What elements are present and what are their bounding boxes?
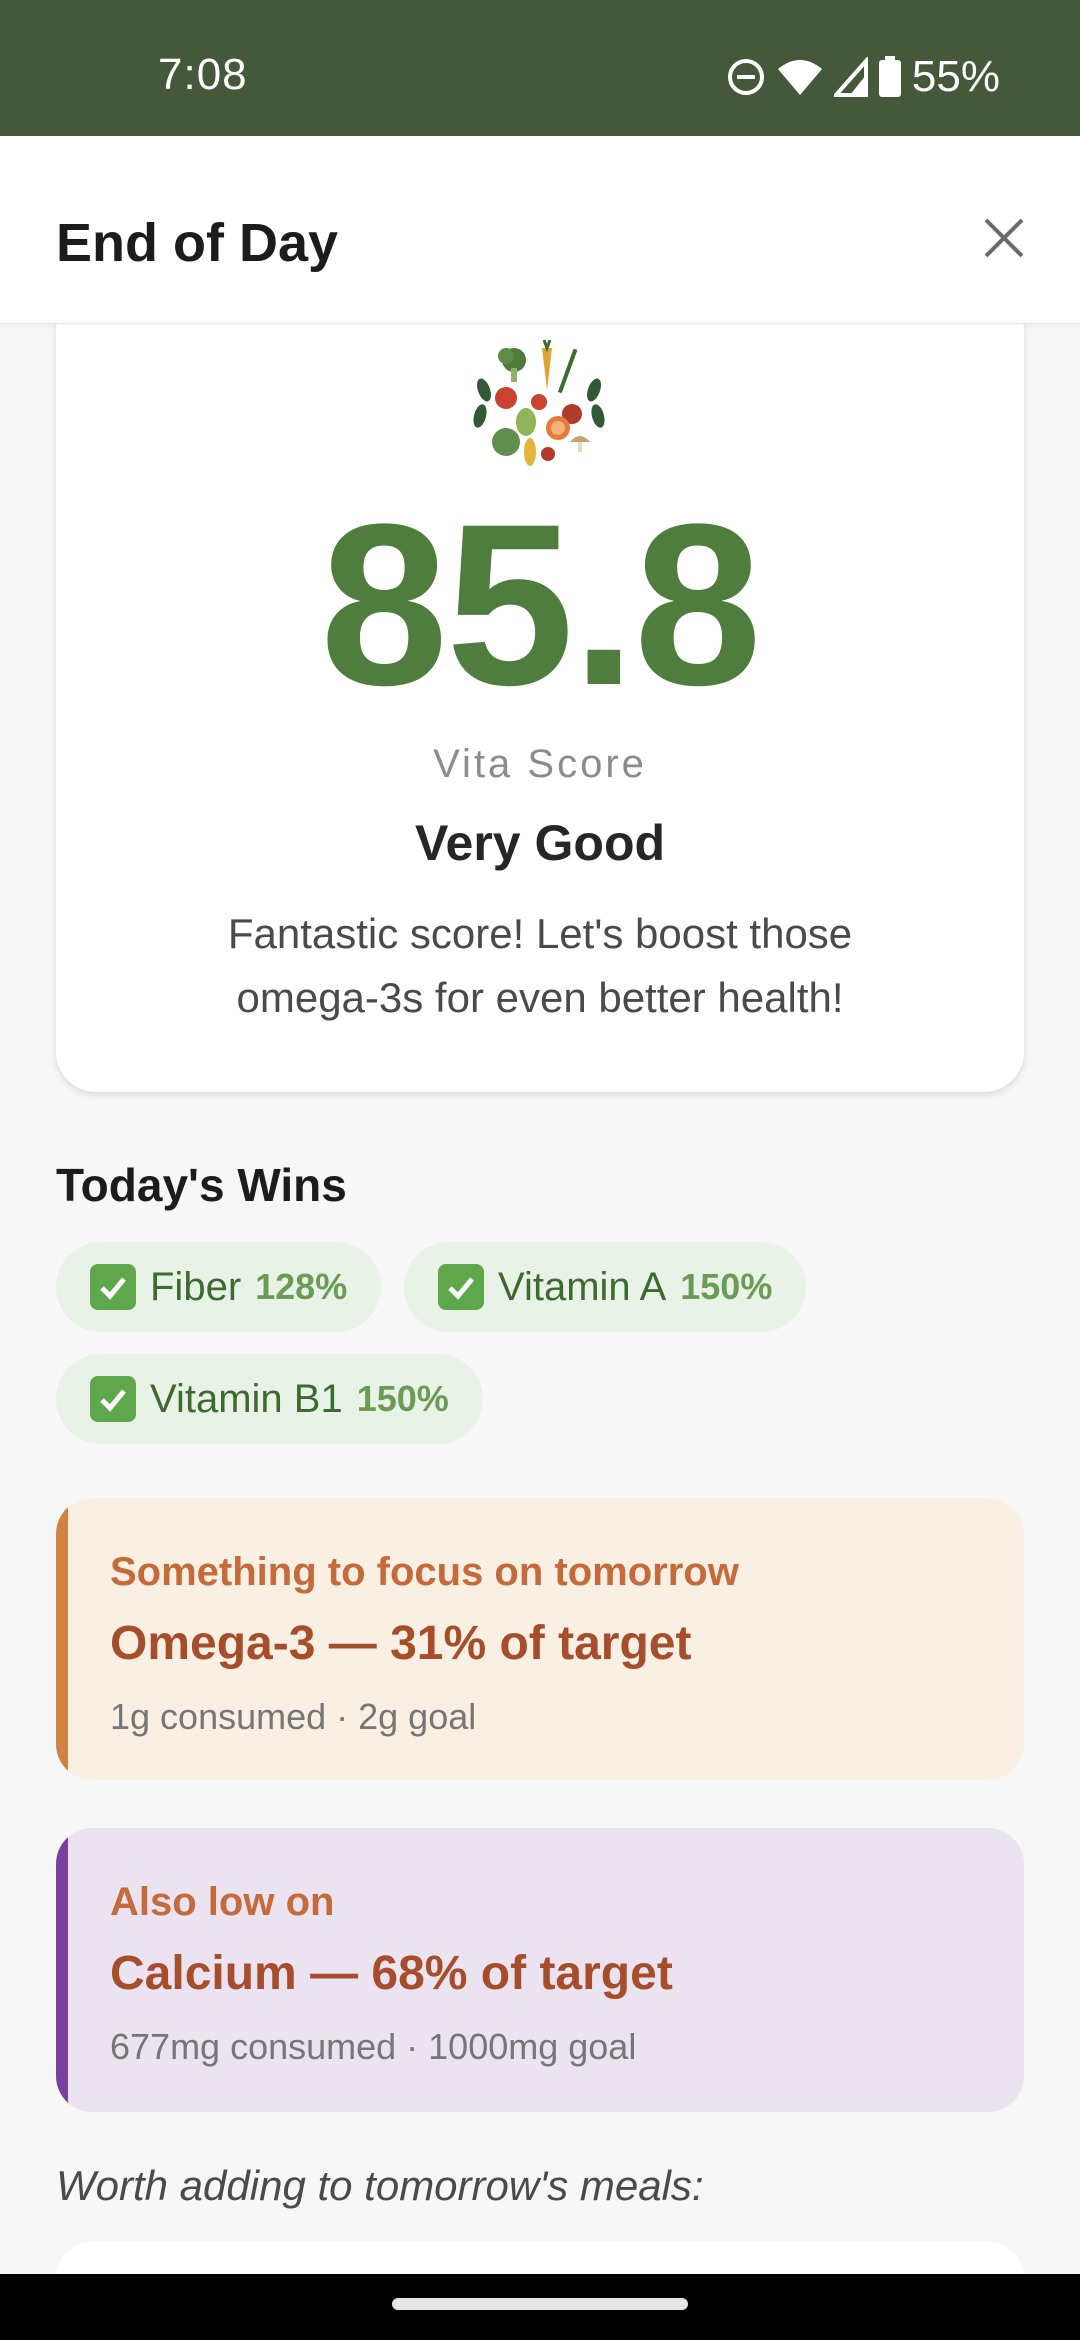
check-icon <box>90 1264 136 1310</box>
score-value: 85.8 <box>320 476 762 733</box>
home-gesture-handle[interactable] <box>392 2298 688 2310</box>
check-icon <box>438 1264 484 1310</box>
wifi-icon <box>777 60 822 95</box>
score-card: 85.8 Vita Score Very Good Fantastic scor… <box>56 290 1024 1092</box>
check-icon <box>90 1376 136 1422</box>
status-bar: 7:08 55% <box>0 0 1080 136</box>
suggestions-intro: Worth adding to tomorrow's meals: <box>56 2162 704 2209</box>
vegetable-logo-icon <box>469 333 609 473</box>
win-percent: 150% <box>356 1378 449 1419</box>
wins-title: Today's Wins <box>56 1159 347 1211</box>
close-icon[interactable] <box>972 206 1036 270</box>
win-percent: 150% <box>680 1266 773 1307</box>
page-title: End of Day <box>56 213 339 273</box>
accent-bar <box>56 1498 68 1780</box>
win-percent: 128% <box>255 1266 348 1307</box>
win-name: Vitamin A <box>498 1264 667 1309</box>
app-header: End of Day <box>0 136 1080 324</box>
do-not-disturb-icon <box>727 59 764 95</box>
also-low-label: Also low on <box>110 1880 335 1924</box>
score-label: Vita Score <box>433 742 647 786</box>
focus-headline: Omega-3 — 31% of target <box>110 1617 692 1670</box>
score-message: Fantastic score! Let's boost those omega… <box>227 910 853 1021</box>
accent-bar <box>56 1828 68 2112</box>
win-chip-fiber: Fiber 128% <box>56 1242 382 1332</box>
win-chip-vitamin-a: Vitamin A 150% <box>404 1242 807 1332</box>
signal-icon <box>833 57 868 97</box>
focus-detail: 1g consumed · 2g goal <box>110 1696 477 1737</box>
also-low-detail: 677mg consumed · 1000mg goal <box>110 2026 637 2067</box>
win-name: Fiber <box>150 1264 242 1309</box>
score-rating: Very Good <box>414 815 666 871</box>
also-low-headline: Calcium — 68% of target <box>110 1947 673 2000</box>
focus-card-omega: Something to focus on tomorrow Omega-3 —… <box>56 1498 1024 1780</box>
status-icons: 55% <box>726 52 1000 102</box>
win-name: Vitamin B1 <box>150 1376 343 1421</box>
focus-label: Something to focus on tomorrow <box>110 1550 739 1594</box>
status-time: 7:08 <box>158 50 248 99</box>
win-chip-vitamin-b1: Vitamin B1 150% <box>56 1354 483 1444</box>
focus-card-calcium: Also low on Calcium — 68% of target 677m… <box>56 1828 1024 2112</box>
battery-percent: 55% <box>911 52 1000 101</box>
battery-icon <box>878 56 901 97</box>
